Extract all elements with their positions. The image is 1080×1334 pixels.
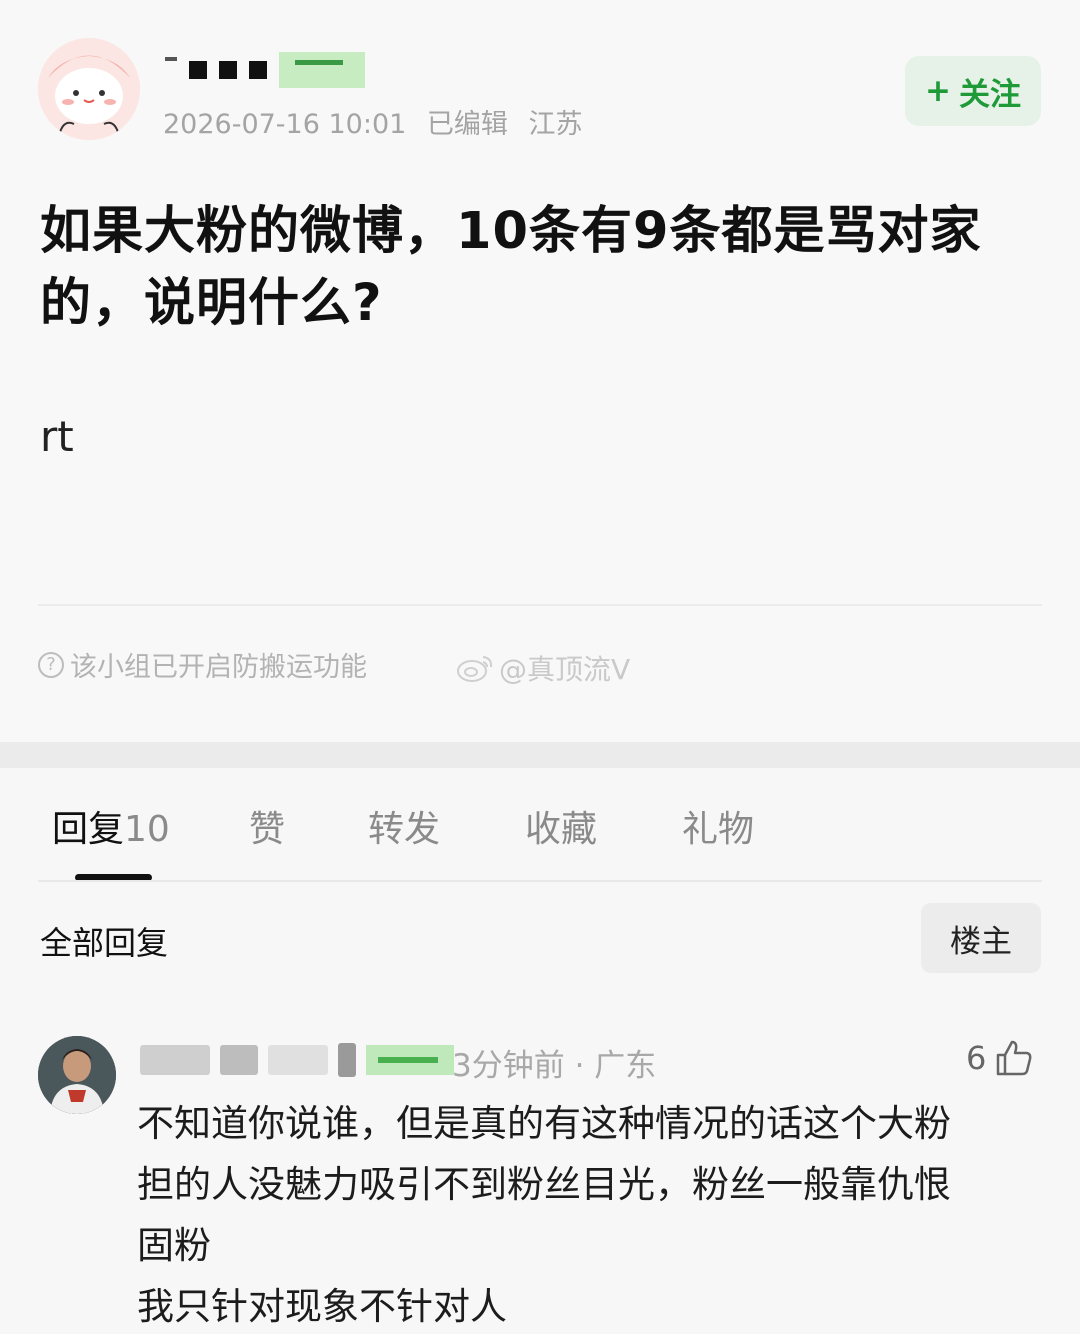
redaction-block: [338, 1043, 356, 1077]
post-time: 2026-07-16 10:01: [163, 109, 407, 140]
commenter-avatar[interactable]: [38, 1036, 116, 1114]
redaction-block: [189, 61, 207, 79]
tab-label: 赞: [249, 809, 286, 850]
follow-button[interactable]: + 关注: [905, 56, 1041, 126]
tab-count: 10: [124, 809, 170, 850]
post-location: 江苏: [528, 109, 583, 140]
post-meta: 2026-07-16 10:01 已编辑 江苏: [163, 102, 595, 141]
redaction-block: [249, 61, 267, 79]
thumbs-up-icon: [997, 1040, 1032, 1076]
anti-repost-notice: ? 该小组已开启防搬运功能: [38, 645, 367, 684]
tab-replies[interactable]: 回复10: [52, 800, 249, 860]
divider: [38, 880, 1042, 882]
tab-label: 收藏: [525, 809, 598, 850]
commenter-badge: [366, 1045, 454, 1075]
comment-like-button[interactable]: 6: [966, 1038, 1034, 1078]
watermark-text: @真顶流V: [499, 653, 631, 686]
all-replies-title: 全部回复: [40, 924, 169, 962]
user-avatar-icon: [38, 1036, 116, 1114]
redaction-block: [140, 1045, 210, 1075]
comment-meta: 3分钟前 · 广东: [452, 1048, 657, 1084]
author-badge: [279, 52, 365, 88]
user-avatar-icon: [38, 38, 140, 140]
divider: [38, 604, 1042, 606]
section-separator: [0, 742, 1080, 768]
comment-text: 不知道你说谁，但是真的有这种情况的话这个大粉 担的人没魅力吸引不到粉丝目光，粉丝…: [137, 1093, 1047, 1334]
redaction-block: [268, 1045, 328, 1075]
redaction-block: [220, 1045, 258, 1075]
watermark: @真顶流V: [455, 648, 630, 688]
comments-section: 回复10 赞 转发 收藏 礼物 全部回复 楼主 3分钟前 · 广东 6 不知道你…: [0, 768, 1080, 1334]
comment-line: 不知道你说谁，但是真的有这种情况的话这个大粉: [137, 1102, 951, 1145]
notice-text: 该小组已开启防搬运功能: [70, 652, 367, 683]
post-title: 如果大粉的微博，10条有9条都是骂对家的，说明什么?: [40, 202, 982, 333]
comment-line: 我只针对现象不针对人: [137, 1285, 507, 1328]
redaction-mark: [165, 57, 177, 61]
edited-label: 已编辑: [426, 109, 508, 140]
tab-bar: 回复10 赞 转发 收藏 礼物: [52, 800, 754, 860]
post-card: 2026-07-16 10:01 已编辑 江苏 + 关注 如果大粉的微博，10条…: [0, 0, 1080, 742]
commenter-name-redacted[interactable]: [140, 1040, 454, 1080]
author-avatar[interactable]: [38, 38, 140, 140]
comment-line: 固粉: [137, 1224, 211, 1267]
post-body: rt: [40, 412, 74, 461]
tab-favorites[interactable]: 收藏: [525, 800, 682, 860]
redaction-block: [219, 61, 237, 79]
like-count: 6: [966, 1039, 987, 1077]
comment-line: 担的人没魅力吸引不到粉丝目光，粉丝一般靠仇恨: [137, 1163, 951, 1206]
tab-label: 回复: [52, 809, 125, 850]
follow-label: 关注: [958, 76, 1021, 113]
weibo-logo-icon: [457, 656, 493, 682]
tab-reposts[interactable]: 转发: [368, 800, 525, 860]
tab-likes[interactable]: 赞: [249, 800, 368, 860]
op-only-button[interactable]: 楼主: [921, 903, 1041, 973]
tab-label: 礼物: [682, 809, 755, 850]
author-name-redacted[interactable]: [165, 50, 365, 90]
plus-icon: +: [925, 73, 951, 109]
tab-label: 转发: [368, 809, 441, 850]
help-circle-icon[interactable]: ?: [38, 651, 64, 678]
tab-gifts[interactable]: 礼物: [682, 800, 754, 860]
